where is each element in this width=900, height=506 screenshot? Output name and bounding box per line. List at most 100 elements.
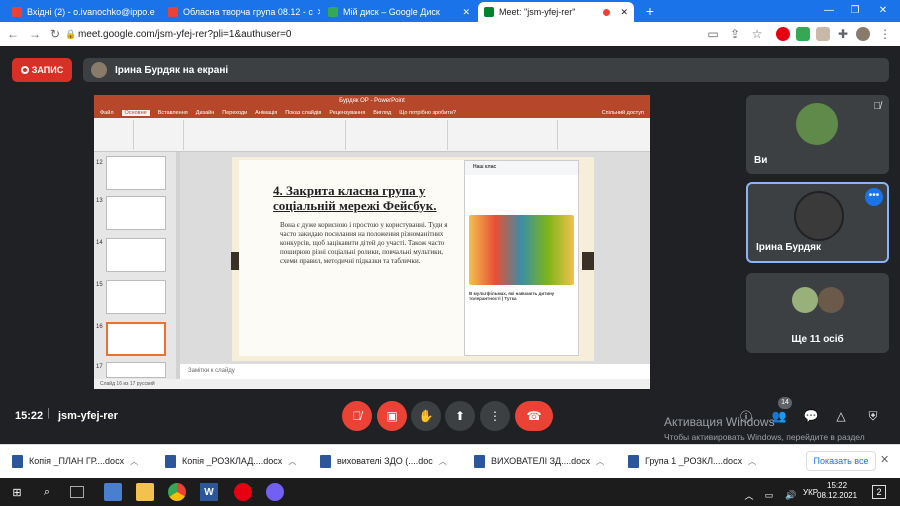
camera-icon[interactable]: ▭	[706, 27, 720, 41]
reload-icon[interactable]: ↻	[48, 27, 62, 41]
close-icon[interactable]: ✕	[458, 7, 470, 18]
minimize-icon[interactable]: —	[818, 3, 840, 19]
mic-off-icon: 🎙̸	[352, 409, 362, 423]
ppt-ribbon	[94, 118, 650, 152]
chat-button[interactable]: 💬	[800, 405, 822, 427]
participant-tile-presenter[interactable]: ••• Ірина Бурдяк	[746, 182, 889, 263]
hand-icon: ✋	[418, 409, 434, 423]
file-explorer-icon[interactable]	[136, 483, 154, 501]
meet-icon	[484, 7, 494, 17]
opera-extension-icon[interactable]	[776, 27, 790, 41]
close-downloads-icon[interactable]: ✕	[880, 453, 889, 466]
keyboard-language[interactable]: УКР	[803, 488, 818, 497]
close-icon[interactable]: ✕	[313, 7, 320, 18]
url-input[interactable]	[78, 26, 738, 42]
slide-thumbnail	[106, 280, 166, 314]
restore-icon[interactable]: ❐	[844, 3, 866, 19]
avatar	[792, 287, 818, 313]
leave-call-button[interactable]: ☎	[515, 401, 553, 431]
record-button[interactable]: ЗАПИС	[12, 58, 72, 82]
camera-off-icon: ▣	[386, 409, 398, 423]
lock-icon[interactable]: 🔒	[64, 27, 78, 41]
download-item[interactable]: Копія _ПЛАН ГР....docx ︿	[12, 452, 138, 470]
profile-avatar[interactable]	[856, 27, 870, 41]
host-controls-button[interactable]: ⛨	[862, 405, 884, 427]
tab-drive-doc[interactable]: Обласна творча група 08.12 - с ✕	[162, 2, 320, 22]
close-icon[interactable]: ✕	[616, 7, 628, 18]
avatar	[818, 287, 844, 313]
floppy-app-icon[interactable]	[104, 483, 122, 501]
record-icon	[20, 66, 29, 74]
mic-toggle-button[interactable]: 🎙̸	[342, 401, 372, 431]
download-name: вихователі ЗДО (....doc	[337, 456, 433, 466]
viber-icon[interactable]	[266, 483, 284, 501]
show-all-downloads-button[interactable]: Показать все	[806, 451, 876, 471]
download-item[interactable]: вихователі ЗДО (....doc ︿	[320, 452, 447, 470]
volume-icon[interactable]: 🔊	[782, 486, 800, 504]
close-icon[interactable]: ✕	[155, 7, 160, 18]
thumb-number: 12	[96, 160, 103, 166]
forward-icon[interactable]: →	[28, 27, 42, 41]
browser-tab-strip: Вхідні (2) - o.ivanochko@ippo.e ✕ Обласн…	[0, 0, 900, 22]
search-icon[interactable]: ⌕	[38, 483, 56, 501]
back-icon[interactable]: ←	[6, 27, 20, 41]
tab-title: Обласна творча група 08.12 - с	[183, 7, 313, 17]
drive-icon	[328, 7, 338, 17]
download-item[interactable]: Копія _РОЗКЛАД....docx ︿	[165, 452, 296, 470]
more-options-icon[interactable]: •••	[865, 188, 883, 206]
chrome-icon[interactable]	[168, 483, 186, 501]
extension-icon[interactable]	[816, 27, 830, 41]
network-icon[interactable]: ▭	[760, 486, 778, 504]
present-button[interactable]: ⬆	[445, 401, 475, 431]
record-label: ЗАПИС	[31, 65, 64, 75]
hang-up-icon: ☎	[526, 409, 542, 423]
chevron-up-icon[interactable]: ︿	[596, 456, 604, 467]
chevron-up-icon[interactable]: ︿	[748, 456, 756, 467]
activities-button[interactable]: △	[830, 405, 852, 427]
ribbon-group	[348, 120, 448, 150]
participant-tile-others[interactable]: Ще 11 осіб	[746, 273, 889, 353]
tray-chevron-icon[interactable]: ︿	[740, 486, 758, 504]
more-options-button[interactable]: ⋮	[480, 401, 510, 431]
ribbon-group	[186, 120, 346, 150]
fb-post-title: В мультфільмах, які навчають дитину толе…	[469, 291, 555, 301]
tab-gmail[interactable]: Вхідні (2) - o.ivanochko@ippo.e ✕	[6, 2, 160, 22]
ribbon-group	[98, 120, 134, 150]
download-item[interactable]: Група 1 _РОЗКЛ....docx ︿	[628, 452, 756, 470]
opera-icon[interactable]	[234, 483, 252, 501]
tray-clock[interactable]: 15:22 08.12.2021	[817, 481, 857, 501]
star-icon[interactable]: ☆	[750, 27, 764, 41]
raise-hand-button[interactable]: ✋	[411, 401, 441, 431]
ppt-tab: Файл	[100, 109, 114, 116]
kebab-menu-icon[interactable]: ⋮	[878, 27, 892, 41]
fb-header: Наш клас	[465, 161, 578, 175]
windows-start-icon[interactable]: ⊞	[8, 483, 26, 501]
fb-post-image	[469, 215, 574, 285]
share-icon[interactable]: ⇪	[728, 27, 742, 41]
tab-title: Вхідні (2) - o.ivanochko@ippo.e	[27, 7, 155, 17]
chevron-up-icon[interactable]: ︿	[288, 456, 296, 467]
puzzle-icon[interactable]: ✚	[836, 27, 850, 41]
ppt-share: Спільний доступ	[601, 109, 644, 116]
thumb-number: 14	[96, 240, 103, 246]
new-tab-button[interactable]: +	[640, 2, 660, 20]
ppt-tab: Переходи	[222, 109, 248, 116]
chevron-up-icon[interactable]: ︿	[439, 456, 447, 467]
tab-meet[interactable]: Meet: "jsm-yfej-rer" ✕	[478, 2, 634, 22]
window-close-icon[interactable]: ✕	[872, 3, 894, 19]
address-bar-row: ← → ↻ 🔒 ▭ ⇪ ☆ ✚ ⋮	[0, 22, 900, 46]
participant-tile-you[interactable]: 🎙̸ Ви	[746, 95, 889, 174]
notification-center-icon[interactable]: 2	[872, 485, 886, 499]
download-item[interactable]: ВИХОВАТЕЛІ ЗД....docx ︿	[474, 452, 604, 470]
slide-notes: Замітки к слайду	[180, 364, 650, 379]
ppt-slide-thumbnails: 12 13 14 15 16 17	[94, 152, 176, 379]
tab-google-drive[interactable]: Мій диск – Google Диск ✕	[322, 2, 476, 22]
shield-extension-icon[interactable]	[796, 27, 810, 41]
chevron-up-icon[interactable]: ︿	[130, 456, 138, 467]
word-icon[interactable]: W	[200, 483, 218, 501]
download-name: ВИХОВАТЕЛІ ЗД....docx	[491, 456, 591, 466]
task-view-icon[interactable]	[70, 486, 84, 498]
camera-toggle-button[interactable]: ▣	[377, 401, 407, 431]
ppt-window-title: Бурдяк ОР - PowerPoint	[94, 95, 650, 107]
tray-date: 08.12.2021	[817, 491, 858, 500]
